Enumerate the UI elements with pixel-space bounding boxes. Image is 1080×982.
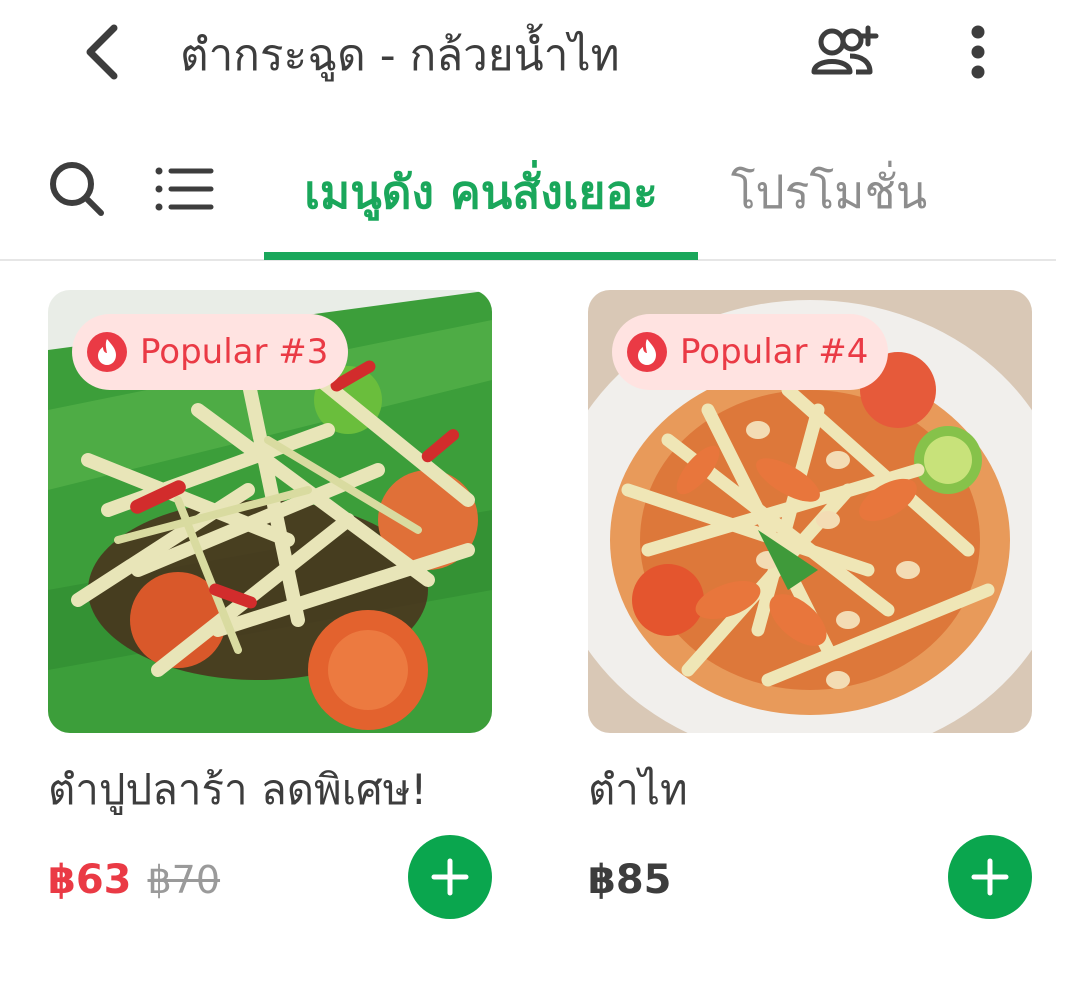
chevron-left-icon	[86, 24, 118, 80]
menu-item-image[interactable]: Popular #4	[588, 290, 1032, 733]
active-tab-indicator	[264, 252, 698, 260]
menu-item-card[interactable]: Popular #4 ตำไท ฿85	[588, 290, 1032, 919]
price-row: ฿63 ฿70	[48, 850, 220, 910]
more-vertical-icon	[971, 25, 985, 79]
add-to-cart-button[interactable]	[948, 835, 1032, 919]
add-to-cart-button[interactable]	[408, 835, 492, 919]
price: ฿85	[588, 857, 672, 903]
header-bar: ตำกระฉูด - กล้วยน้ำไท	[0, 0, 1080, 115]
back-button[interactable]	[72, 20, 132, 84]
tab-popular-menu[interactable]: เมนูดัง คนสั่งเยอะ	[264, 120, 698, 265]
plus-icon	[431, 858, 469, 896]
original-price: ฿70	[147, 858, 221, 902]
popular-badge: Popular #4	[612, 314, 889, 390]
list-icon	[155, 167, 214, 211]
tab-promotion[interactable]: โปรโมชั่น	[698, 120, 960, 265]
page-title: ตำกระฉูด - กล้วยน้ำไท	[180, 30, 620, 81]
restaurant-menu-screen: ตำกระฉูด - กล้วยน้ำไท เมนูดัง คนสั่งเยอะ…	[0, 0, 1080, 982]
popular-badge: Popular #3	[72, 314, 349, 390]
plus-icon	[971, 858, 1009, 896]
fire-icon	[627, 332, 667, 372]
price-row: ฿85	[588, 850, 672, 910]
search-icon	[50, 162, 104, 216]
popular-badge-label: Popular #4	[680, 332, 869, 372]
menu-item-name[interactable]: ตำไท	[588, 760, 688, 820]
category-tab-bar: เมนูดัง คนสั่งเยอะ โปรโมชั่น	[0, 120, 1080, 265]
add-friend-icon	[811, 25, 879, 75]
more-options-button[interactable]	[955, 20, 1001, 84]
menu-item-card[interactable]: Popular #3 ตำปูปลาร้า ลดพิเศษ! ฿63 ฿70	[48, 290, 492, 919]
add-friend-button[interactable]	[806, 20, 886, 84]
category-list-button[interactable]	[152, 156, 218, 222]
menu-item-image[interactable]: Popular #3	[48, 290, 492, 733]
menu-item-name[interactable]: ตำปูปลาร้า ลดพิเศษ!	[48, 760, 427, 820]
sale-price: ฿63	[48, 857, 132, 903]
popular-badge-label: Popular #3	[140, 332, 329, 372]
search-button[interactable]	[44, 156, 110, 222]
fire-icon	[87, 332, 127, 372]
